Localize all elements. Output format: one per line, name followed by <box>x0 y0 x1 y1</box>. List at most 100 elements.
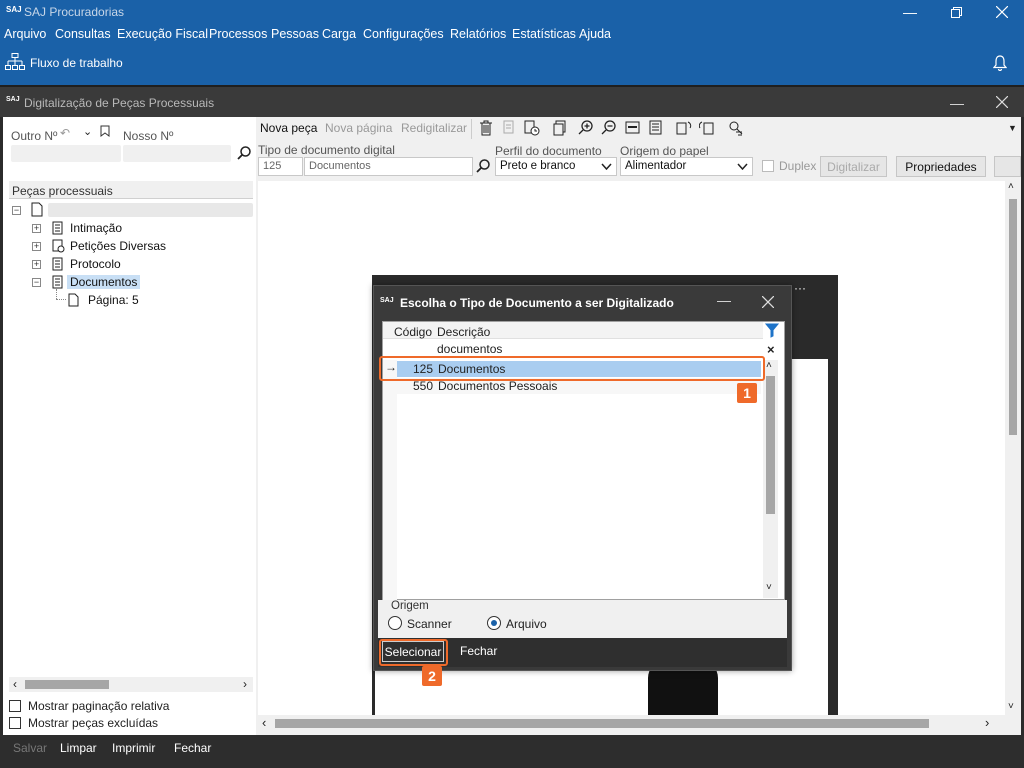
restore-icon <box>950 6 962 18</box>
rotate-right-icon[interactable] <box>699 120 715 136</box>
menu-estatisticas[interactable]: Estatísticas <box>512 27 576 41</box>
limpar-button[interactable]: Limpar <box>60 741 97 755</box>
nova-peca-button[interactable]: Nova peça <box>260 121 317 135</box>
close-icon <box>996 6 1008 18</box>
nosso-label: Nosso Nº <box>123 129 174 143</box>
filter-icon[interactable] <box>765 323 779 338</box>
nova-pagina-button[interactable]: Nova página <box>325 121 392 135</box>
chevron-up-icon[interactable]: ˄ <box>766 360 772 371</box>
scroll-thumb[interactable] <box>766 376 775 514</box>
clear-filter-icon[interactable]: × <box>767 342 775 357</box>
chevron-right-icon[interactable]: › <box>243 677 247 691</box>
origem-label: Origem do papel <box>620 144 709 158</box>
scroll-thumb[interactable] <box>275 719 929 728</box>
tree-item-intimacao[interactable]: Intimação <box>70 221 122 235</box>
filter-input[interactable]: documentos <box>437 342 502 356</box>
document-clock-icon[interactable] <box>524 120 540 136</box>
fechar-button[interactable]: Fechar <box>174 741 211 755</box>
perfil-label: Perfil do documento <box>495 144 602 158</box>
document-move-icon[interactable] <box>502 120 516 136</box>
search-icon[interactable] <box>476 159 490 173</box>
left-hscrollbar[interactable]: ‹ › <box>9 677 253 692</box>
trash-icon[interactable] <box>479 120 493 136</box>
menu-configuracoes[interactable]: Configurações <box>363 27 444 41</box>
close-icon[interactable] <box>762 296 774 308</box>
zoom-in-icon[interactable] <box>578 120 594 136</box>
menu-ajuda[interactable]: Ajuda <box>579 27 611 41</box>
inner-minimize-button[interactable]: — <box>950 95 964 111</box>
tree-item-documentos[interactable]: Documentos <box>67 275 141 289</box>
fit-width-icon[interactable] <box>625 120 641 136</box>
rotate-left-icon[interactable] <box>676 120 692 136</box>
tree-collapse-toggle[interactable]: − <box>12 206 21 215</box>
tree-collapse-toggle[interactable]: − <box>32 278 41 287</box>
tipo-desc-input[interactable]: Documentos <box>304 157 473 176</box>
viewer-vscrollbar[interactable]: ˄ ˅ <box>1005 181 1021 715</box>
toolbar-overflow-icon[interactable]: ▼ <box>1008 123 1017 133</box>
menu-execucao-fiscal[interactable]: Execução Fiscal <box>117 27 208 41</box>
tree-expand-toggle[interactable]: + <box>32 224 41 233</box>
workflow-button[interactable] <box>5 53 25 71</box>
chevron-up-icon[interactable]: ˄ <box>1008 181 1014 192</box>
menu-relatorios[interactable]: Relatórios <box>450 27 506 41</box>
chevron-left-icon[interactable]: ‹ <box>13 677 17 691</box>
menu-pessoas[interactable]: Pessoas <box>271 27 319 41</box>
search-button[interactable] <box>237 146 251 160</box>
minimize-icon: — <box>950 95 964 111</box>
menu-arquivo[interactable]: Arquivo <box>4 27 46 41</box>
extra-button[interactable] <box>994 156 1021 177</box>
close-app-button[interactable] <box>980 0 1024 24</box>
grid-vscrollbar[interactable]: ˄ ˅ <box>763 360 778 598</box>
fit-page-icon[interactable] <box>648 120 664 136</box>
menu-carga[interactable]: Carga <box>322 27 356 41</box>
fechar-dialog-button[interactable]: Fechar <box>460 644 497 658</box>
find-icon[interactable] <box>728 120 744 136</box>
workflow-label[interactable]: Fluxo de trabalho <box>30 56 123 70</box>
tree-item-pagina[interactable]: Página: 5 <box>88 293 139 307</box>
tipo-code-input[interactable]: 125 <box>258 157 303 176</box>
dialog-minimize-button[interactable]: — <box>717 292 731 308</box>
imprimir-button[interactable]: Imprimir <box>112 741 155 755</box>
salvar-button[interactable]: Salvar <box>13 741 47 755</box>
zoom-out-icon[interactable] <box>601 120 617 136</box>
checkbox-paginacao[interactable] <box>9 700 21 712</box>
tree-expand-toggle[interactable]: + <box>32 242 41 251</box>
checkbox-excluidas[interactable] <box>9 717 21 729</box>
radio-arquivo[interactable] <box>487 616 501 630</box>
digitalizar-button[interactable]: Digitalizar <box>820 156 887 177</box>
menu-processos[interactable]: Processos <box>209 27 267 41</box>
tree-item-peticoes[interactable]: Petições Diversas <box>70 239 166 253</box>
scroll-thumb[interactable] <box>25 680 109 689</box>
radio-scanner[interactable] <box>388 616 402 630</box>
search-icon <box>237 146 251 160</box>
notifications-button[interactable] <box>993 55 1007 71</box>
chevron-right-icon[interactable]: › <box>985 715 989 730</box>
duplex-checkbox[interactable] <box>762 160 774 172</box>
bookmark-icon[interactable] <box>100 125 110 137</box>
menu-consultas[interactable]: Consultas <box>55 27 111 41</box>
origem-select[interactable]: Alimentador <box>620 157 753 176</box>
duplex-label: Duplex <box>779 159 817 173</box>
minimize-button[interactable]: — <box>888 0 932 24</box>
pages-icon <box>52 221 63 235</box>
viewer-hscrollbar[interactable]: ‹ › <box>258 715 1005 731</box>
perfil-select[interactable]: Preto e branco <box>495 157 617 176</box>
chevron-down-icon[interactable]: ˅ <box>766 582 772 593</box>
chevron-down-icon[interactable]: ˅ <box>1008 701 1014 712</box>
undo-icon[interactable]: ↶ <box>60 126 70 140</box>
chevron-down-icon[interactable]: ⌄ <box>83 125 92 138</box>
scroll-thumb[interactable] <box>1009 199 1017 435</box>
propriedades-button[interactable]: Propriedades <box>896 156 986 177</box>
inner-close-button[interactable] <box>996 96 1008 108</box>
col-descricao[interactable]: Descrição <box>437 325 490 339</box>
tree-item-protocolo[interactable]: Protocolo <box>70 257 121 271</box>
restore-button[interactable] <box>934 0 978 24</box>
col-codigo[interactable]: Código <box>394 325 432 339</box>
document-stack-icon[interactable] <box>553 120 567 136</box>
certificate-icon <box>52 239 65 253</box>
chevron-left-icon[interactable]: ‹ <box>262 715 266 730</box>
redigitalizar-button[interactable]: Redigitalizar <box>401 121 467 135</box>
outro-input[interactable] <box>11 145 121 162</box>
nosso-input[interactable] <box>123 145 231 162</box>
tree-expand-toggle[interactable]: + <box>32 260 41 269</box>
